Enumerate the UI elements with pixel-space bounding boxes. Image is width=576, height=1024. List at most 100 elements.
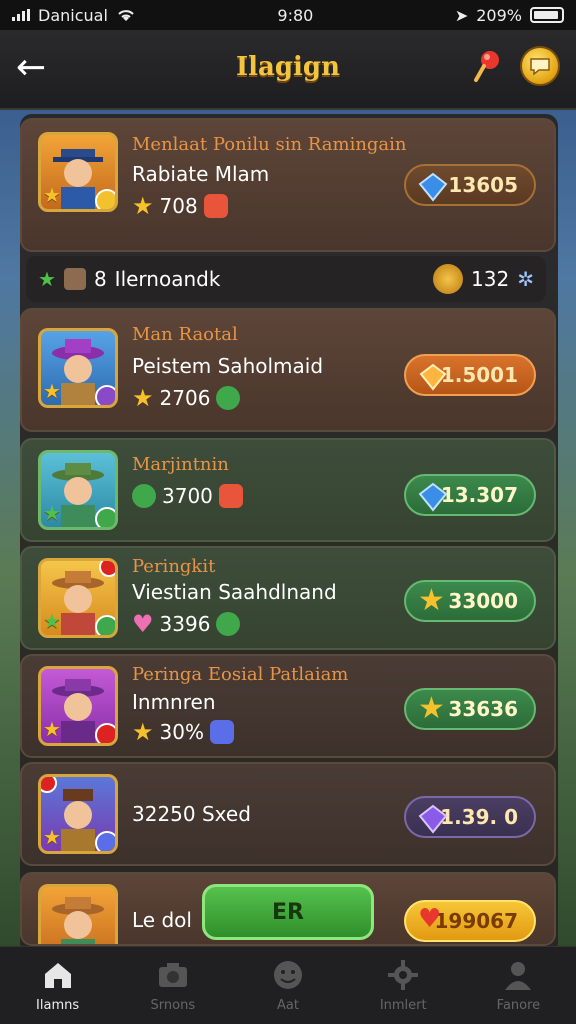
home-icon	[44, 963, 71, 988]
list-item[interactable]: ★ Peringkit Viestian Saahdlnand ♥ 3396 ★…	[20, 546, 556, 650]
price-label: 13.307	[440, 483, 518, 507]
nav-settings[interactable]: Inmlert	[346, 947, 461, 1024]
star-icon: ★	[43, 501, 61, 525]
heart-icon: ♥	[132, 610, 154, 638]
avatar: ★	[38, 666, 118, 746]
avatar: ★	[38, 774, 118, 854]
ruby-icon	[203, 194, 228, 218]
item-subtitle: Marjintnin	[132, 454, 229, 475]
star-icon: ★	[43, 609, 61, 633]
star-icon: ★	[132, 384, 154, 412]
star-icon: ★	[43, 717, 61, 741]
buy-button[interactable]: 13.307	[404, 474, 536, 516]
item-stat: ★ 2706	[132, 384, 241, 412]
item-stat: 3700	[132, 484, 243, 508]
item-name: 32250 Sxed	[132, 802, 251, 826]
buy-button[interactable]: ★ 33636	[404, 688, 536, 730]
battery-percent: 209%	[476, 5, 522, 25]
price-label: 1.5001	[440, 363, 518, 387]
nav-label: Fanore	[496, 998, 541, 1013]
price-label: 1.39. 0	[440, 805, 518, 829]
avatar: ★	[38, 328, 118, 408]
bottom-nav: Ilamns Srnons Aat Inmlert Fanore	[0, 946, 576, 1024]
inventory-count: 8	[93, 267, 107, 291]
rank-badge-icon	[95, 723, 115, 743]
nav-label: Ilamns	[36, 998, 80, 1013]
status-bar: Danicual 9:80 ➤ 209%	[0, 0, 576, 30]
gear-icon	[388, 960, 419, 990]
price-label: 33636	[448, 697, 518, 721]
rank-badge-icon	[95, 615, 115, 635]
nav-profile[interactable]: Fanore	[461, 947, 576, 1024]
coin-count: 132	[471, 267, 510, 291]
settings-icon[interactable]: ✲	[517, 267, 534, 291]
avatar: ★	[38, 132, 118, 212]
pin-icon[interactable]	[472, 48, 502, 84]
price-label: 33000	[448, 589, 518, 613]
star-icon: ★	[43, 183, 61, 207]
buy-button[interactable]: 13605	[404, 164, 536, 206]
nav-camera[interactable]: Srnons	[115, 947, 230, 1024]
buy-button[interactable]: ★ 33000	[404, 580, 536, 622]
chat-icon	[530, 58, 550, 76]
rank-badge-icon	[95, 507, 115, 527]
item-name: Inmnren	[132, 690, 216, 714]
stat-value: 3700	[162, 484, 213, 508]
battery-icon	[530, 7, 564, 23]
item-name: Viestian Saahdlnand	[132, 580, 337, 604]
star-icon: ★	[418, 691, 445, 726]
item-subtitle: Peringa Eosial Patlaiam	[132, 664, 349, 685]
stat-value: 3396	[159, 612, 211, 636]
notification-dot-icon	[99, 561, 115, 577]
rank-badge-icon	[95, 831, 115, 851]
claim-button[interactable]: ER	[202, 884, 374, 940]
star-icon: ★	[132, 718, 154, 746]
list-item[interactable]: ★ Man Raotal Peistem Saholmaid ★ 2706 1.…	[20, 308, 556, 432]
rank-badge-icon	[95, 189, 115, 209]
avatar: ★	[38, 450, 118, 530]
nav-label: Aat	[277, 998, 299, 1013]
list-item[interactable]: ★ 32250 Sxed 1.39. 0	[20, 762, 556, 866]
carrier-name: Danicual	[38, 5, 108, 25]
heart-icon: ♥	[418, 904, 442, 934]
face-icon	[274, 961, 302, 989]
diamond-icon	[418, 482, 448, 512]
item-subtitle: Peringkit	[132, 556, 216, 577]
buy-button[interactable]: ♥ 199067	[404, 900, 536, 942]
sapphire-icon	[209, 720, 234, 744]
stat-value: 2706	[159, 386, 211, 410]
item-subtitle: Man Raotal	[132, 324, 238, 345]
clock: 9:80	[277, 5, 314, 25]
nav-home[interactable]: Ilamns	[0, 947, 115, 1024]
coin-menu-button[interactable]	[520, 46, 560, 86]
list-item[interactable]: ★ Peringa Eosial Patlaiam Inmnren ★ 30% …	[20, 654, 556, 758]
wifi-icon	[118, 10, 134, 21]
signal-icon	[12, 9, 30, 21]
star-icon: ★	[43, 379, 61, 403]
avatar	[38, 884, 118, 944]
green-orb-icon	[132, 484, 156, 508]
avatar: ★	[38, 558, 118, 638]
item-subtitle: Menlaat Ponilu sin Ramingain	[132, 134, 407, 155]
stat-value: 708	[159, 194, 198, 218]
diamond-icon	[418, 172, 448, 202]
star-icon: ★	[43, 825, 61, 849]
gem-icon	[419, 363, 447, 391]
item-stat: ★ 30%	[132, 718, 234, 746]
buy-button[interactable]: 1.39. 0	[404, 796, 536, 838]
coin-icon	[433, 264, 464, 294]
inventory-label: Ilernoandk	[114, 267, 221, 291]
list-item[interactable]: ★ Menlaat Ponilu sin Ramingain Rabiate M…	[20, 118, 556, 252]
star-icon: ★	[132, 192, 154, 220]
buy-button[interactable]: 1.5001	[404, 354, 536, 396]
box-icon	[63, 268, 86, 290]
inventory-strip: ★ 8 Ilernoandk 132 ✲	[26, 256, 546, 302]
nav-label: Inmlert	[379, 998, 427, 1013]
leaf-icon	[216, 386, 241, 410]
item-name: Peistem Saholmaid	[132, 354, 324, 378]
list-item[interactable]: ★ Marjintnin 3700 13.307	[20, 438, 556, 542]
green-orb-icon	[216, 612, 241, 636]
camera-icon	[158, 963, 187, 987]
person-icon	[505, 962, 532, 990]
nav-social[interactable]: Aat	[230, 947, 345, 1024]
